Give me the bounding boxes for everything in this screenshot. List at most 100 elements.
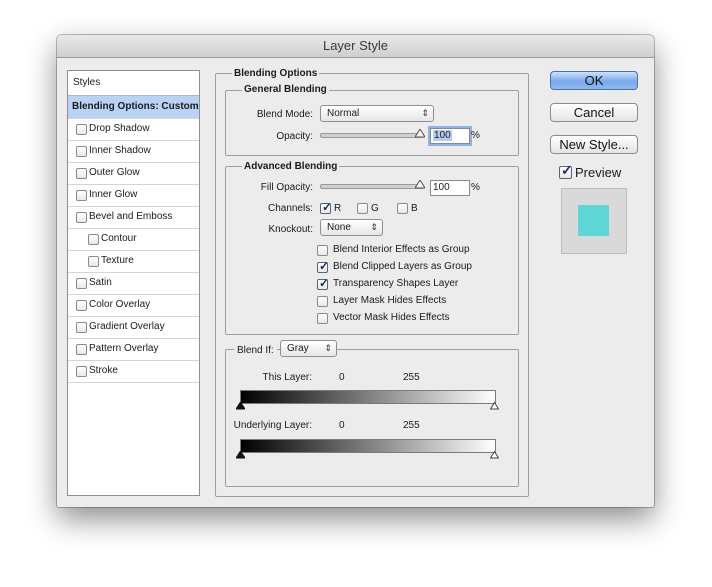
style-item-label: Inner Shadow — [89, 145, 151, 156]
preview-label: Preview — [575, 165, 622, 180]
style-item-checkbox[interactable] — [76, 146, 87, 157]
checkmark-icon: ✓ — [319, 276, 330, 290]
updown-arrows-icon: ⇕ — [421, 108, 429, 118]
style-item-texture[interactable]: Texture — [68, 250, 199, 273]
underlying-layer-white-thumb[interactable] — [490, 451, 499, 459]
channel-b-label: B — [411, 203, 418, 214]
triangle-thumb-icon — [415, 129, 425, 138]
styles-list: Styles Blending Options: Custom Drop Shad… — [67, 70, 200, 496]
underlying-layer-label: Underlying Layer: — [233, 420, 312, 431]
style-item-outer-glow[interactable]: Outer Glow — [68, 162, 199, 185]
fill-opacity-label: Fill Opacity: — [260, 182, 313, 193]
fill-opacity-unit: % — [471, 182, 480, 193]
style-item-bevel-and-emboss[interactable]: Bevel and Emboss — [68, 206, 199, 229]
fill-opacity-slider[interactable] — [320, 184, 424, 189]
transparency-shapes-layer-label: Transparency Shapes Layer — [333, 278, 459, 289]
blend-mode-popup[interactable]: Normal ⇕ — [320, 105, 434, 122]
style-item-checkbox[interactable] — [76, 124, 87, 135]
blend-if-value: Gray — [287, 343, 309, 354]
style-item-checkbox[interactable] — [76, 190, 87, 201]
general-blending-title: General Blending — [242, 84, 329, 95]
opacity-input[interactable]: 100 — [430, 128, 470, 144]
opacity-unit: % — [471, 130, 480, 141]
style-item-color-overlay[interactable]: Color Overlay — [68, 294, 199, 317]
style-item-checkbox[interactable] — [88, 234, 99, 245]
style-item-label: Inner Glow — [89, 189, 138, 200]
styles-header-label: Styles — [73, 77, 101, 88]
style-item-blending-options-custom[interactable]: Blending Options: Custom — [68, 96, 199, 119]
style-item-label: Blending Options: Custom — [72, 101, 199, 112]
style-item-checkbox[interactable] — [76, 344, 87, 355]
style-item-inner-shadow[interactable]: Inner Shadow — [68, 140, 199, 163]
this-layer-gradient — [240, 390, 496, 404]
style-item-pattern-overlay[interactable]: Pattern Overlay — [68, 338, 199, 361]
style-item-satin[interactable]: Satin — [68, 272, 199, 295]
updown-arrows-icon: ⇕ — [370, 222, 378, 232]
blend-interior-effects-as-group-checkbox[interactable] — [317, 245, 328, 256]
blend-mode-label: Blend Mode: — [256, 109, 313, 120]
checkmark-icon: ✓ — [322, 200, 333, 214]
style-item-checkbox[interactable] — [76, 212, 87, 223]
styles-header: Styles — [68, 71, 199, 96]
style-item-label: Stroke — [89, 365, 118, 376]
blend-mode-value: Normal — [327, 108, 360, 119]
style-item-gradient-overlay[interactable]: Gradient Overlay — [68, 316, 199, 339]
blend-clipped-layers-as-group-checkbox[interactable]: ✓ — [317, 259, 330, 273]
style-item-inner-glow[interactable]: Inner Glow — [68, 184, 199, 207]
cancel-button[interactable]: Cancel — [550, 103, 638, 122]
underlying-layer-black-thumb[interactable] — [236, 451, 245, 459]
style-item-checkbox[interactable] — [76, 278, 87, 289]
channel-b-checkbox[interactable] — [397, 203, 408, 214]
knockout-label: Knockout: — [268, 224, 313, 235]
channel-g-label: G — [371, 203, 379, 214]
blend-if-group — [225, 349, 519, 487]
advanced-blending-title: Advanced Blending — [242, 161, 340, 172]
style-item-stroke[interactable]: Stroke — [68, 360, 199, 383]
style-item-label: Satin — [89, 277, 112, 288]
ok-button[interactable]: OK — [550, 71, 638, 90]
style-item-checkbox[interactable] — [88, 256, 99, 267]
style-item-checkbox[interactable] — [76, 168, 87, 179]
style-item-contour[interactable]: Contour — [68, 228, 199, 251]
underlying-layer-max: 255 — [403, 420, 420, 431]
this-layer-max: 255 — [403, 372, 420, 383]
layer-mask-hides-effects-checkbox[interactable] — [317, 296, 328, 307]
this-layer-black-thumb[interactable] — [236, 402, 245, 410]
style-item-label: Gradient Overlay — [89, 321, 165, 332]
style-item-label: Bevel and Emboss — [89, 211, 173, 222]
knockout-popup[interactable]: None ⇕ — [320, 219, 383, 236]
style-item-label: Outer Glow — [89, 167, 140, 178]
fill-opacity-input[interactable]: 100 — [430, 180, 470, 196]
style-item-checkbox[interactable] — [76, 366, 87, 377]
checkmark-icon: ✓ — [561, 162, 573, 178]
opacity-input-value: 100 — [433, 130, 452, 141]
preview-checkbox[interactable]: ✓ — [559, 162, 573, 179]
style-item-label: Contour — [101, 233, 137, 244]
style-item-drop-shadow[interactable]: Drop Shadow — [68, 118, 199, 141]
opacity-slider[interactable] — [320, 133, 424, 138]
new-style-button[interactable]: New Style... — [550, 135, 638, 154]
channels-label: Channels: — [267, 203, 313, 214]
style-item-checkbox[interactable] — [76, 322, 87, 333]
checkmark-icon: ✓ — [319, 259, 330, 273]
general-blending-group — [225, 90, 519, 156]
fill-opacity-input-value: 100 — [433, 182, 450, 193]
this-layer-white-thumb[interactable] — [490, 402, 499, 410]
style-item-label: Color Overlay — [89, 299, 151, 310]
vector-mask-hides-effects-checkbox[interactable] — [317, 313, 328, 324]
channel-g-checkbox[interactable] — [357, 203, 368, 214]
style-item-checkbox[interactable] — [76, 300, 87, 311]
transparency-shapes-layer-checkbox[interactable]: ✓ — [317, 276, 330, 290]
opacity-label: Opacity: — [276, 131, 313, 142]
window-title: Layer Style — [57, 35, 654, 58]
style-item-label: Texture — [101, 255, 134, 266]
preview-swatch — [578, 205, 609, 236]
preview-thumbnail — [561, 188, 627, 254]
underlying-layer-gradient — [240, 439, 496, 453]
this-layer-label: This Layer: — [262, 372, 312, 383]
this-layer-min: 0 — [339, 372, 345, 383]
blending-options-title: Blending Options — [232, 68, 320, 79]
blend-if-label: Blend If: — [234, 345, 277, 356]
blend-if-popup[interactable]: Gray ⇕ — [280, 340, 337, 357]
channel-r-checkbox[interactable]: ✓ — [320, 200, 333, 214]
